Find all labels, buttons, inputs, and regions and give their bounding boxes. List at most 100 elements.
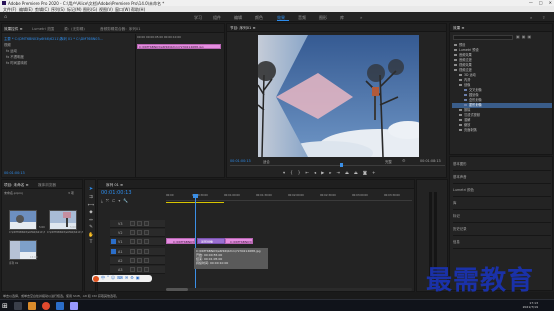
mini-clip[interactable]: C:\DMT6BN03\s6f46\6211\7230214688.jpg	[137, 44, 221, 49]
effects-search-input[interactable]	[453, 35, 513, 40]
track-header-a2[interactable]: A2	[110, 257, 165, 265]
step-back-icon[interactable]: ◂	[314, 170, 321, 175]
workspace-graphics[interactable]: 图形	[319, 15, 327, 21]
home-icon[interactable]: ⌂	[4, 14, 7, 20]
program-timecode-current[interactable]: 00:01:00:13	[230, 159, 251, 163]
effects-filter-icons[interactable]: ▣▣▣	[516, 34, 533, 39]
playhead-handle[interactable]	[193, 194, 198, 198]
start-icon[interactable]: ⊞	[2, 302, 10, 310]
track-select-tool-icon[interactable]: ⇉	[87, 194, 95, 202]
track-header-a1[interactable]: A1	[110, 248, 165, 256]
workspace-editing[interactable]: 编辑	[234, 15, 242, 21]
tab-project[interactable]: 项目: 未命名 ≡	[4, 183, 28, 188]
extract-icon[interactable]: ⏏	[354, 170, 363, 175]
premiere-taskbar-icon[interactable]	[70, 302, 78, 310]
more-workspaces-icon[interactable]: »	[360, 15, 362, 20]
close-button[interactable]: ✕	[549, 0, 552, 5]
timeline-ruler[interactable]: 00:00 00:00:30:00 00:01:00:00 00:01:30:0…	[166, 192, 412, 201]
workspace-assembly[interactable]: 组件	[213, 15, 221, 21]
workspace-audio[interactable]: 音频	[298, 15, 306, 21]
sync-icon[interactable]	[137, 230, 142, 235]
eye-icon[interactable]	[144, 221, 149, 226]
side-panel-item[interactable]: 标记	[453, 210, 551, 223]
clip-v1-a[interactable]: C:\DMT6BN03\s6f46\6211\7...	[166, 238, 195, 244]
side-panel-item[interactable]: 库	[453, 197, 551, 210]
section-time-remap[interactable]: fx 时间重映射	[6, 60, 27, 65]
program-playhead[interactable]	[340, 163, 343, 167]
timeline-playhead[interactable]	[195, 194, 196, 290]
mute-icon[interactable]	[137, 267, 142, 272]
timeline-h-scrollbar[interactable]	[166, 288, 412, 291]
lock-icon[interactable]	[130, 249, 135, 254]
clip-v1-b[interactable]: C:\DMT6BN03\s6f46\6211\7...	[225, 238, 253, 244]
maximize-button[interactable]: □	[539, 0, 543, 5]
workspace-color[interactable]: 颜色	[255, 15, 263, 21]
browser-icon[interactable]	[42, 302, 50, 310]
eye-icon[interactable]	[144, 239, 149, 244]
side-panel-item[interactable]: 基本图形	[453, 158, 551, 171]
wrench-icon[interactable]: ⚙	[402, 158, 406, 163]
solo-icon[interactable]	[144, 267, 149, 272]
ime-buttons[interactable]: 中°☺⌨✉⚙▣	[101, 275, 142, 281]
side-panel-item[interactable]: 历史记录	[453, 223, 551, 236]
track-header-v3[interactable]: V3	[110, 220, 165, 228]
timeline-toolbar-icons[interactable]: ⤓⤧⊏▾🔧	[101, 198, 131, 203]
minimize-button[interactable]: —	[529, 0, 533, 5]
hand-tool-icon[interactable]: ✋	[87, 232, 95, 240]
type-tool-icon[interactable]: T	[87, 239, 95, 247]
tab-media-browser[interactable]: 媒体浏览器	[38, 183, 56, 188]
section-motion[interactable]: fx 运动	[6, 48, 17, 53]
quality-dropdown[interactable]: 完整	[385, 159, 392, 164]
source-patch-v1[interactable]	[111, 239, 116, 244]
tab-source[interactable]: 源：(无剪辑)	[64, 27, 85, 32]
search-icon[interactable]: ⌕	[530, 15, 532, 20]
share-icon[interactable]: ⇪	[542, 15, 545, 20]
section-opacity[interactable]: fx 不透明度	[6, 54, 24, 59]
search-taskbar-icon[interactable]	[14, 302, 22, 310]
ripple-edit-tool-icon[interactable]: ⟷	[87, 202, 95, 210]
tab-effect-controls[interactable]: 效果控件 ≡	[4, 27, 23, 32]
lock-icon[interactable]	[130, 221, 135, 226]
razor-tool-icon[interactable]: ◆	[87, 209, 95, 217]
side-panel-item[interactable]: Lumetri 颜色	[453, 184, 551, 197]
export-frame-icon[interactable]: ◙	[363, 170, 372, 175]
app-icon-blue[interactable]	[56, 302, 64, 310]
tab-effects[interactable]: 效果 ≡	[453, 26, 464, 31]
clock[interactable]: 17:13 2021/7/19	[510, 301, 538, 309]
mark-in-icon[interactable]: {	[290, 170, 298, 175]
track-header-v1[interactable]: V1	[110, 238, 165, 246]
selection-tool-icon[interactable]: ➤	[87, 186, 95, 193]
go-to-in-icon[interactable]: ⇤	[305, 170, 314, 175]
side-panel-item[interactable]: 基本声音	[453, 171, 551, 184]
timeline-timecode[interactable]: 00:01:00:13	[101, 190, 132, 196]
solo-icon[interactable]	[144, 258, 149, 263]
mute-icon[interactable]	[137, 249, 142, 254]
program-scrub-bar[interactable]	[230, 165, 445, 166]
side-panel-item[interactable]: 信息	[453, 236, 551, 249]
ime-toolbar[interactable]: 中°☺⌨✉⚙▣	[92, 275, 152, 282]
solo-icon[interactable]	[144, 249, 149, 254]
lift-icon[interactable]: ⏏	[345, 170, 354, 175]
eye-icon[interactable]	[144, 230, 149, 235]
sync-icon[interactable]	[137, 239, 142, 244]
program-video-frame[interactable]	[258, 35, 419, 157]
lock-icon[interactable]	[130, 230, 135, 235]
source-patch-a1[interactable]	[111, 249, 116, 254]
project-item-thumb-1[interactable]	[9, 210, 37, 230]
file-explorer-icon[interactable]	[28, 302, 36, 310]
track-header-a3[interactable]: A3	[110, 266, 165, 274]
lock-icon[interactable]	[130, 239, 135, 244]
workspace-learn[interactable]: 学习	[194, 15, 202, 21]
lock-icon[interactable]	[130, 267, 135, 272]
tab-program[interactable]: 节目: 序列01 ≡	[230, 26, 255, 31]
tab-audio-clip-mixer[interactable]: 音频剪辑混合器：序列01	[100, 27, 141, 32]
effects-tree-item[interactable]: 页面剥落	[452, 128, 552, 133]
fit-dropdown[interactable]: 适合	[263, 159, 270, 164]
button-editor-icon[interactable]: +	[372, 170, 381, 175]
track-header-v2[interactable]: V2	[110, 229, 165, 237]
transition-diamond-iris[interactable]: 菱形划像	[197, 238, 225, 244]
mute-icon[interactable]	[137, 258, 142, 263]
lock-icon[interactable]	[130, 258, 135, 263]
workspace-libraries[interactable]: 库	[340, 15, 344, 21]
sync-icon[interactable]	[137, 221, 142, 226]
